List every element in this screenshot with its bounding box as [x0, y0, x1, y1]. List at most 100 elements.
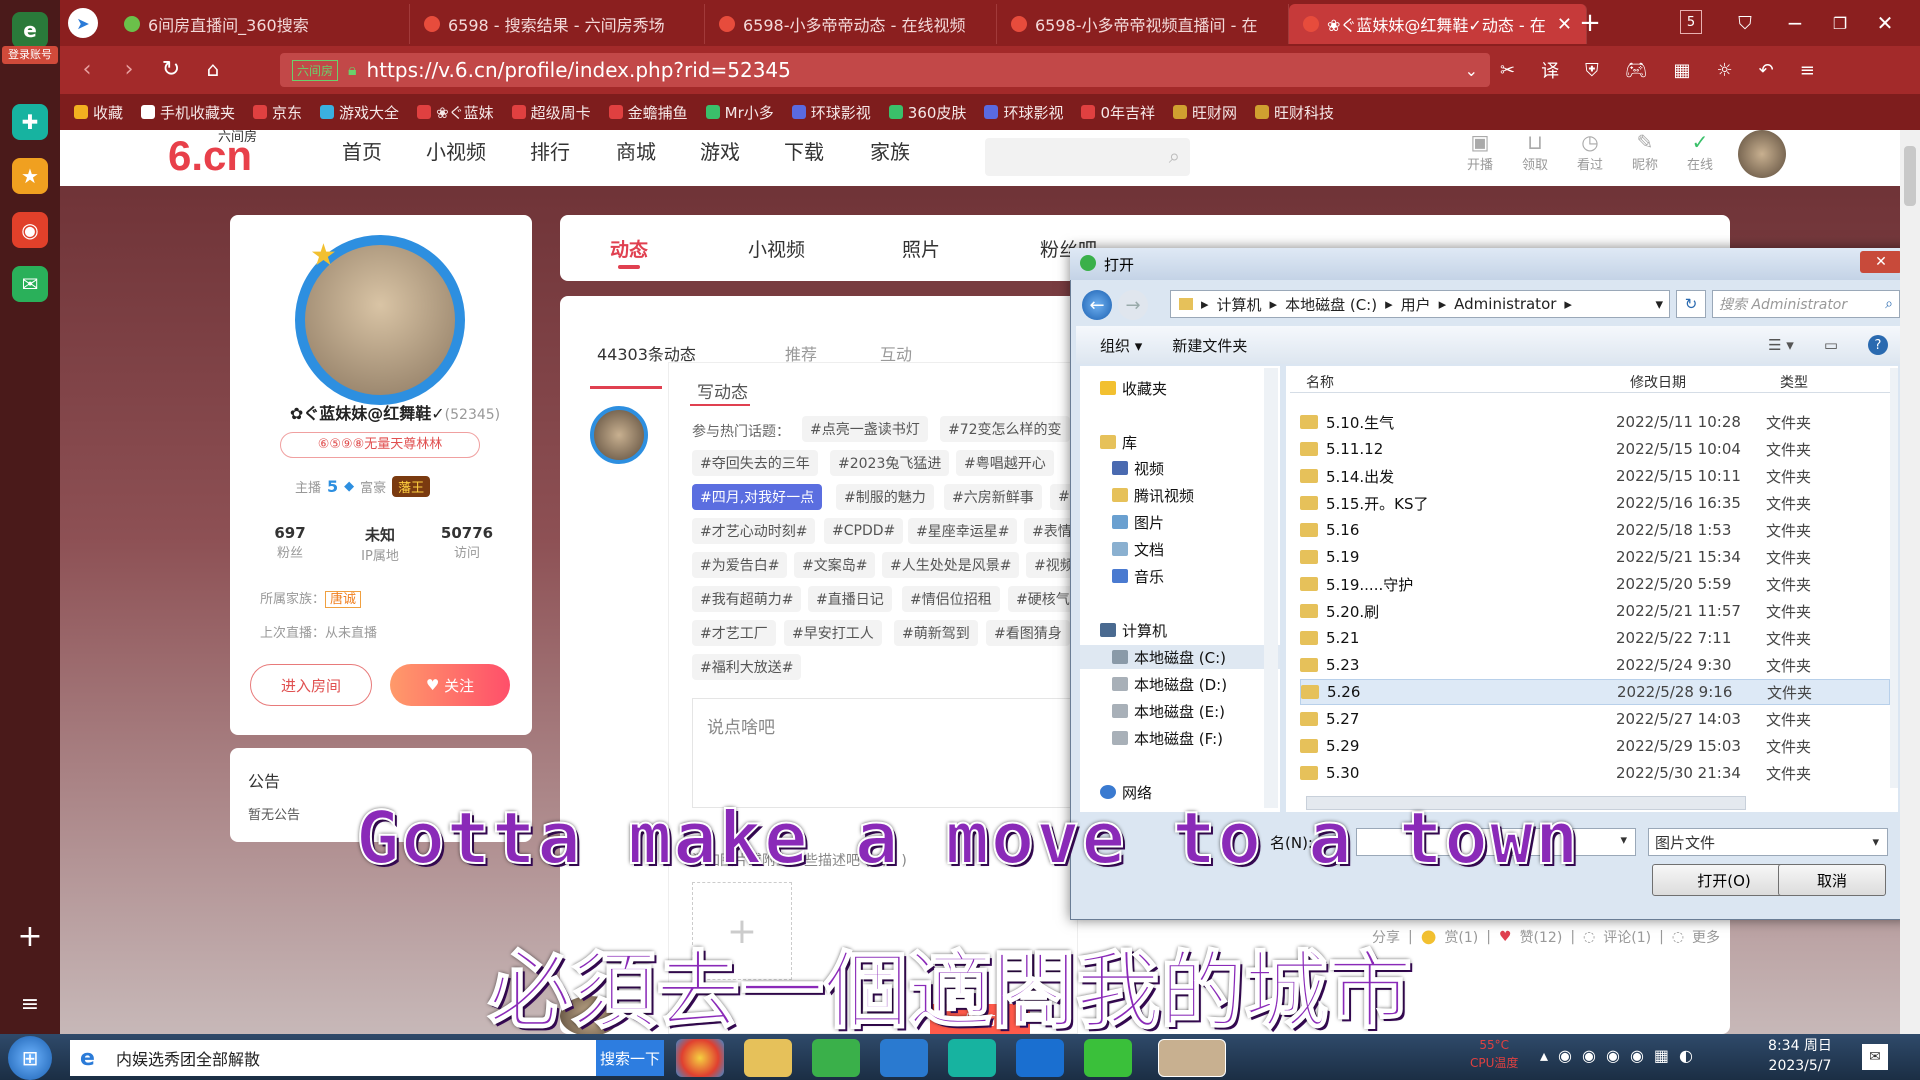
bookmark-item[interactable]: 0年吉祥 [1081, 102, 1155, 123]
nav-library[interactable]: 库 [1080, 430, 1280, 454]
file-row[interactable]: 5.23 2022/5/24 9:30 文件夹 [1300, 652, 1890, 678]
taskbar-search-input[interactable]: e 内娱选秀团全部解散 [70, 1040, 598, 1076]
topic-tag[interactable]: #我有超萌力# [692, 586, 802, 612]
post-avatar[interactable] [590, 406, 648, 464]
file-row[interactable]: 5.27 2022/5/27 14:03 文件夹 [1300, 706, 1890, 732]
notification-icon[interactable]: ✉ [1862, 1044, 1888, 1070]
bookmark-item[interactable]: 京东 [253, 102, 302, 123]
topic-tag[interactable]: #硬核气 [1008, 586, 1078, 612]
topic-tag[interactable]: #CPDD# [824, 518, 904, 544]
file-row[interactable]: 5.30 2022/5/30 21:34 文件夹 [1300, 760, 1890, 786]
bookmark-item[interactable]: 收藏 [74, 102, 123, 123]
nav-pictures[interactable]: 图片 [1080, 510, 1280, 534]
ie-app-icon[interactable] [1016, 1039, 1064, 1077]
file-row[interactable]: 5.10.生气 2022/5/11 10:28 文件夹 [1300, 409, 1890, 435]
nav-mall[interactable]: 商城 [616, 136, 656, 165]
nav-drive-e[interactable]: 本地磁盘 (E:) [1080, 699, 1280, 723]
enter-room-button[interactable]: 进入房间 [250, 664, 372, 706]
taskbar-search-button[interactable]: 搜索一下 [596, 1040, 664, 1076]
volume-icon[interactable]: ◐ [1679, 1046, 1693, 1065]
topic-tag[interactable]: #夺回失去的三年 [692, 450, 818, 476]
add-icon[interactable]: + [12, 918, 48, 954]
reward-action[interactable]: 赏(1) [1444, 927, 1478, 947]
nav-drive-d[interactable]: 本地磁盘 (D:) [1080, 672, 1280, 696]
nav-ranking[interactable]: 排行 [530, 136, 570, 165]
qq-icon[interactable]: ◉ [1582, 1046, 1596, 1065]
page-scrollbar[interactable] [1900, 130, 1920, 1034]
shirt-icon[interactable]: ⛉ [1730, 8, 1760, 38]
file-row[interactable]: 5.19 2022/5/21 15:34 文件夹 [1300, 544, 1890, 570]
weibo-icon[interactable]: ◉ [12, 212, 48, 248]
dialog-search-input[interactable]: 搜索 Administrator ⌕ [1712, 290, 1900, 318]
topic-tag[interactable]: #人生处处是风景# [882, 552, 1020, 578]
minimize-icon[interactable]: − [1780, 8, 1810, 38]
nav-scrollbar[interactable] [1264, 368, 1278, 808]
star-icon[interactable]: ★ [12, 158, 48, 194]
taskbar-clock[interactable]: 8:34 周日 2023/5/7 [1760, 1036, 1840, 1076]
nav-computer[interactable]: 计算机 [1080, 618, 1280, 642]
topic-tag[interactable]: #早安打工人 [784, 620, 882, 646]
chevron-down-icon[interactable]: ▾ [1620, 833, 1627, 848]
back-icon[interactable]: ‹ [72, 54, 102, 84]
restore-icon[interactable]: ❐ [1825, 8, 1855, 38]
undo-icon[interactable]: ↶ [1759, 60, 1774, 81]
topic-tag[interactable]: #粤唱越开心 [956, 450, 1054, 476]
game-icon[interactable]: 🎮︎ [1625, 60, 1648, 81]
header-online-button[interactable]: ✓ 在线 [1680, 130, 1720, 173]
header-claim-button[interactable]: ⊔ 领取 [1515, 130, 1555, 173]
network-icon[interactable]: ▦ [1654, 1046, 1669, 1065]
navigate-icon[interactable]: ➤ [68, 8, 98, 38]
kugou-app-icon[interactable] [880, 1039, 928, 1077]
forward-icon[interactable]: → [1118, 290, 1148, 320]
qq-icon[interactable]: ◉ [1558, 1046, 1572, 1065]
topic-tag[interactable]: #制服的魅力 [836, 484, 934, 510]
player-app-icon[interactable] [1084, 1039, 1132, 1077]
post-textarea[interactable]: 说点啥吧 [692, 698, 1078, 808]
close-tab-icon[interactable]: ✕ [1557, 14, 1572, 35]
organize-button[interactable]: 组织 ▾ [1100, 335, 1142, 356]
view-options-icon[interactable]: ☰ ▾ [1768, 336, 1794, 354]
bookmark-item[interactable]: 旺财网 [1173, 102, 1237, 123]
topic-tag[interactable]: #星座幸运星# [908, 518, 1018, 544]
topic-tag[interactable]: #为爱告白# [692, 552, 788, 578]
bookmark-item[interactable]: ❀ぐ蓝妹 [417, 102, 494, 123]
nav-drive-f[interactable]: 本地磁盘 (F:) [1080, 726, 1280, 750]
help-icon[interactable]: ? [1868, 335, 1888, 355]
file-row[interactable]: 5.20.刷 2022/5/21 11:57 文件夹 [1300, 598, 1890, 624]
bookmark-item[interactable]: 游戏大全 [320, 102, 399, 123]
bookmark-item[interactable]: 手机收藏夹 [141, 102, 235, 123]
chrome-app-icon[interactable] [676, 1039, 724, 1077]
grid-icon[interactable]: ▦ [1673, 60, 1690, 81]
home-icon[interactable]: ⌂ [198, 54, 228, 84]
nav-music[interactable]: 音乐 [1080, 564, 1280, 588]
header-live-button[interactable]: ▣ 开播 [1460, 130, 1500, 173]
header-nickname-button[interactable]: ✎ 昵称 [1625, 130, 1665, 173]
file-row[interactable]: 5.15.开。KS了 2022/5/16 16:35 文件夹 [1300, 490, 1890, 516]
tab-profile-active[interactable]: ❀ぐ蓝妹妹@红舞鞋✓动态 - 在 ✕ [1289, 4, 1587, 44]
nav-favorites[interactable]: 收藏夹 [1080, 376, 1280, 400]
column-name[interactable]: 名称 [1306, 372, 1334, 392]
bookmark-item[interactable]: 超级周卡 [511, 102, 591, 123]
login-button[interactable]: 登录账号 [2, 46, 58, 64]
cancel-button[interactable]: 取消 [1778, 864, 1886, 896]
preview-pane-icon[interactable]: ▭ [1824, 336, 1838, 354]
follow-button[interactable]: ♥ 关注 [390, 664, 510, 706]
header-history-button[interactable]: ◷ 看过 [1570, 130, 1610, 173]
topic-tag[interactable]: #看图猜身 [986, 620, 1070, 646]
brightness-icon[interactable]: ☼ [1716, 60, 1732, 81]
mail-icon[interactable]: ✉ [12, 266, 48, 302]
shield-icon[interactable]: ⛨ [1585, 60, 1599, 81]
topic-tag[interactable]: #2023兔飞猛进 [830, 450, 950, 476]
tab-360search[interactable]: 6间房直播间_360搜索 [110, 4, 410, 44]
tab-search-result[interactable]: 6598 - 搜索结果 - 六间房秀场 [410, 4, 705, 44]
browser-logo-icon[interactable]: e [12, 12, 48, 48]
translate-icon[interactable]: 译 [1541, 57, 1559, 83]
file-row[interactable]: 5.11.12 2022/5/15 10:04 文件夹 [1300, 436, 1890, 462]
start-button[interactable]: ⊞ [8, 1036, 52, 1080]
dialog-close-button[interactable]: ✕ [1860, 251, 1902, 273]
qq-icon[interactable]: ◉ [1606, 1046, 1620, 1065]
topic-tag[interactable]: #情侣位招租 [902, 586, 1000, 612]
bookmark-item[interactable]: 金蟾捕鱼 [608, 102, 688, 123]
site-search-input[interactable]: ⌕ [985, 138, 1190, 176]
filetype-select[interactable]: 图片文件 ▾ [1648, 828, 1888, 856]
